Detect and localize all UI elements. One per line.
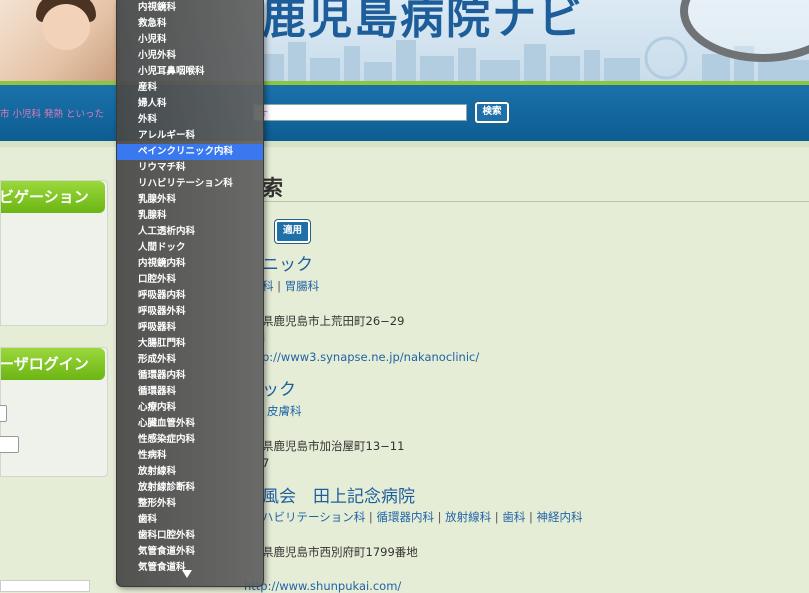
clinic-departments: 皮膚科 <box>267 403 302 419</box>
department-link[interactable]: 放射線科 <box>445 510 491 524</box>
site-title[interactable]: 鹿児島病院ナビ <box>262 0 584 46</box>
dropdown-option[interactable]: リハビリテーション科 <box>117 176 263 192</box>
hero-photo <box>0 0 120 82</box>
search-placeholder-hint: 市 小児科 発熱 といった <box>0 109 105 120</box>
dropdown-option[interactable]: 放射線診断科 <box>117 480 263 496</box>
dropdown-option[interactable]: 小児科 <box>117 32 263 48</box>
dropdown-option[interactable]: 循環器内科 <box>117 368 263 384</box>
dropdown-option[interactable]: 歯科 <box>117 512 263 528</box>
department-link[interactable]: 皮膚科 <box>267 404 302 418</box>
dropdown-option[interactable]: 外科 <box>117 112 263 128</box>
dropdown-option[interactable]: 歯科口腔外科 <box>117 528 263 544</box>
dropdown-option[interactable]: 口腔外科 <box>117 272 263 288</box>
search-input[interactable]: す <box>253 104 467 121</box>
clinic-url-link[interactable]: http://www.shunpukai.com/ <box>244 579 401 593</box>
navigation-heading: ビゲーション <box>1 181 105 213</box>
dropdown-option[interactable]: 救急科 <box>117 16 263 32</box>
dropdown-option[interactable]: 性病科 <box>117 448 263 464</box>
dropdown-option[interactable]: 内視鏡科 <box>117 0 263 16</box>
department-dropdown-menu[interactable]: 内視鏡科 救急科 小児科 小児外科 小児耳鼻咽喉科 産科 婦人科 外科 アレルギー科 ペインクリニ… <box>116 0 264 587</box>
clinic-name-link[interactable]: ック <box>262 375 296 400</box>
dropdown-option[interactable]: 呼吸器内科 <box>117 288 263 304</box>
department-link[interactable]: 循環器内科 <box>376 510 434 524</box>
clinic-departments: 科 | 胃腸科 <box>262 279 320 293</box>
navigation-panel: ビゲーション <box>0 180 108 326</box>
dropdown-option[interactable]: 小児耳鼻咽喉科 <box>117 64 263 80</box>
dropdown-option[interactable]: 心臓血管外科 <box>117 416 263 432</box>
department-link[interactable]: 胃腸科 <box>285 279 320 293</box>
dropdown-option[interactable]: リウマチ科 <box>117 160 263 176</box>
dropdown-option[interactable]: 産科 <box>117 80 263 96</box>
dropdown-option[interactable]: 呼吸器科 <box>117 320 263 336</box>
dropdown-option[interactable]: 整形外科 <box>117 496 263 512</box>
dropdown-option[interactable]: 小児外科 <box>117 48 263 64</box>
dropdown-option[interactable]: アレルギー科 <box>117 128 263 144</box>
dropdown-options: 内視鏡科 救急科 小児科 小児外科 小児耳鼻咽喉科 産科 婦人科 外科 アレルギー科 ペインクリニ… <box>117 0 263 576</box>
dropdown-option[interactable]: 呼吸器外科 <box>117 304 263 320</box>
clinic-name-link[interactable]: ニック <box>262 250 313 275</box>
dropdown-option[interactable]: 婦人科 <box>117 96 263 112</box>
department-link[interactable]: 神経内科 <box>537 510 583 524</box>
clinic-name-link[interactable]: 風会 田上記念病院 <box>262 482 415 507</box>
dropdown-option[interactable]: 放射線科 <box>117 464 263 480</box>
search-button[interactable]: 検索 <box>475 102 509 123</box>
clinic-address: 県鹿児島市上荒田町26−29 <box>262 314 405 328</box>
dropdown-option[interactable]: 心療内科 <box>117 400 263 416</box>
dropdown-option[interactable]: 乳腺外科 <box>117 192 263 208</box>
dropdown-option[interactable]: 性感染症内科 <box>117 432 263 448</box>
dropdown-option[interactable]: 人間ドック <box>117 240 263 256</box>
user-login-panel: ーザログイン <box>0 347 108 477</box>
apply-filter-button[interactable]: 適用 <box>275 220 310 243</box>
clinic-departments: ハビリテーション科 | 循環器内科 | 放射線科 | 歯科 | 神経内科 <box>262 510 583 524</box>
department-link[interactable]: ハビリテーション科 <box>262 510 365 524</box>
heading-divider <box>262 201 809 202</box>
user-login-heading: ーザログイン <box>1 348 105 380</box>
dropdown-option-selected[interactable]: ペインクリニック内科 <box>117 144 263 160</box>
clinic-url-link[interactable]: p://www3.synapse.ne.jp/nakanoclinic/ <box>262 350 479 364</box>
clinic-address: 県鹿児島市加治屋町13−11 <box>262 439 405 453</box>
scroll-down-icon[interactable] <box>182 570 192 578</box>
username-field[interactable] <box>0 405 7 422</box>
dropdown-option[interactable]: 人工透析内科 <box>117 224 263 240</box>
dropdown-option[interactable]: 乳腺科 <box>117 208 263 224</box>
password-field[interactable] <box>0 436 19 453</box>
page-heading: 索 <box>262 176 283 200</box>
clinic-address: 県鹿児島市西別府町1799番地 <box>262 545 418 559</box>
dropdown-option[interactable]: 気管食道外科 <box>117 544 263 560</box>
dropdown-option[interactable]: 内視鏡内科 <box>117 256 263 272</box>
dropdown-option[interactable]: 形成外科 <box>117 352 263 368</box>
sidebar-banner[interactable] <box>0 580 90 592</box>
dropdown-option[interactable]: 大腸肛門科 <box>117 336 263 352</box>
dropdown-option[interactable]: 循環器科 <box>117 384 263 400</box>
department-link[interactable]: 歯科 <box>502 510 525 524</box>
